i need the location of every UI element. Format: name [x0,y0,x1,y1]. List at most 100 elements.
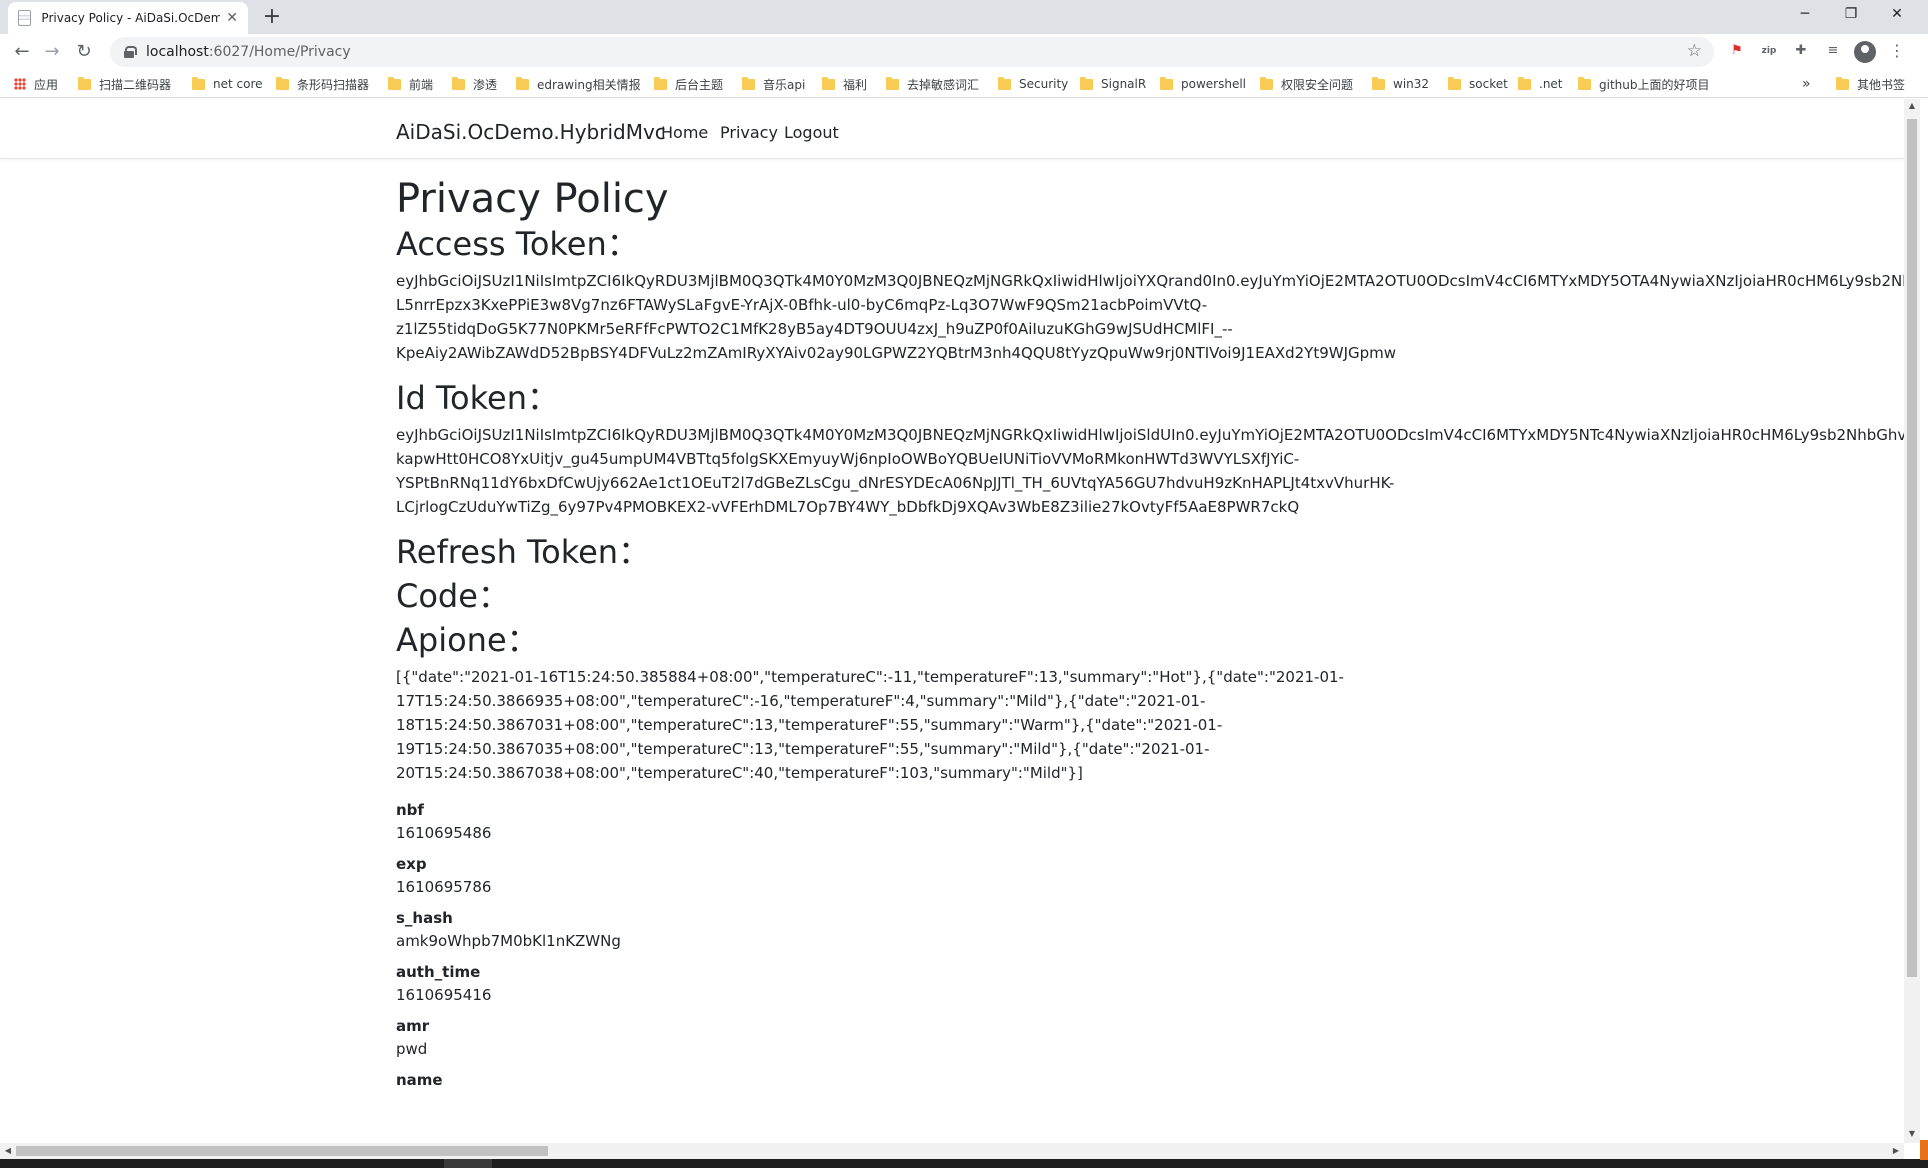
claim-key-exp: exp [396,855,427,873]
minimize-window-button[interactable]: ─ [1782,0,1828,30]
folder-icon [1372,76,1385,90]
bookmark-folder[interactable]: socket [1448,74,1508,94]
kebab-menu-icon[interactable]: ⋮ [1886,40,1908,62]
address-bar[interactable]: localhost:6027/Home/Privacy ☆ [110,37,1714,67]
media-control-icon[interactable]: ≡ [1822,40,1844,62]
profile-avatar-icon[interactable] [1854,41,1876,63]
access-token-value: eyJhbGciOiJSUzI1NiIsImtpZCI6IkQyRDU3MjlB… [396,269,1904,365]
bookmark-folder[interactable]: 前端 [388,74,433,94]
other-bookmarks[interactable]: 其他书签 [1836,74,1905,94]
token-line: YSPtBnRNq11dY6bxDfCwUjy662Ae1ct1OEuT2l7d… [396,474,1395,492]
bookmark-label: 去掉敏感词汇 [907,77,980,92]
folder-icon [886,76,899,90]
bookmark-folder[interactable]: github上面的好项目 [1578,74,1710,94]
scroll-right-arrow-icon[interactable]: ▶ [1888,1143,1904,1159]
close-tab-icon[interactable]: ✕ [226,10,238,26]
os-taskbar [0,1159,1928,1168]
claim-key-nbf: nbf [396,801,424,819]
token-line: eyJhbGciOiJSUzI1NiIsImtpZCI6IkQyRDU3MjlB… [396,426,1904,444]
bookmark-label: 前端 [409,77,434,92]
bookmark-folder[interactable]: 福利 [822,74,867,94]
bookmark-folder[interactable]: edrawing相关情报 [516,74,641,94]
claim-value-s-hash: amk9oWhpb7M0bKl1nKZWNg [396,932,621,950]
bookmark-label: 其他书签 [1857,77,1906,92]
tab-strip: Privacy Policy - AiDaSi.OcDemo.H ✕ + ─ ❐… [0,0,1928,34]
bookmark-folder[interactable]: 条形码扫描器 [276,74,369,94]
bookmark-folder[interactable]: 后台主题 [654,74,723,94]
bookmark-folder[interactable]: 扫描二维码器 [78,74,171,94]
browser-tab-active[interactable]: Privacy Policy - AiDaSi.OcDemo.H ✕ [8,2,248,34]
token-line: LCjrlogCzUduYwTiZg_6y97Pv4PMOBKEX2-vVFEr… [396,498,1300,516]
claim-key-name: name [396,1071,443,1089]
lock-icon[interactable] [124,46,137,58]
close-window-button[interactable]: ✕ [1874,0,1920,30]
claim-key-amr: amr [396,1017,430,1035]
json-line: 20T15:24:50.3867038+08:00","temperatureC… [396,764,1083,782]
bookmark-apps[interactable]: 应用 [14,74,58,94]
bookmark-folder[interactable]: net core [192,74,263,94]
reload-icon[interactable]: ↻ [70,38,98,66]
bookmark-label: 扫描二维码器 [99,77,172,92]
bookmark-label: 音乐api [763,77,806,92]
url-path: :6027/Home/Privacy [208,44,351,60]
claim-value-auth-time: 1610695416 [396,986,492,1004]
nav-privacy-link[interactable]: Privacy [720,123,778,142]
bookmarks-overflow-button[interactable]: » [1802,74,1811,94]
bookmark-folder[interactable]: .net [1518,74,1563,94]
new-tab-button[interactable]: + [258,4,286,32]
bookmark-folder[interactable]: 渗透 [452,74,497,94]
horizontal-scrollbar[interactable]: ◀ ▶ [0,1143,1904,1159]
bookmark-label: edrawing相关情报 [537,77,641,92]
tab-title: Privacy Policy - AiDaSi.OcDemo.H [41,11,221,25]
bookmark-label: SignalR [1101,77,1147,91]
forward-arrow-icon[interactable]: → [38,38,66,66]
taskbar-active-item[interactable] [444,1159,492,1168]
json-line: 17T15:24:50.3866935+08:00","temperatureC… [396,692,1206,710]
site-brand-link[interactable]: AiDaSi.OcDemo.HybridMvc [396,120,666,144]
nav-logout-link[interactable]: Logout [784,123,839,142]
bookmark-label: github上面的好项目 [1599,77,1710,92]
claim-key-auth-time: auth_time [396,963,481,981]
claim-key-s-hash: s_hash [396,909,453,927]
horizontal-scroll-thumb[interactable] [16,1146,548,1156]
url-text: localhost:6027/Home/Privacy [146,44,351,60]
notification-corner [1920,1140,1928,1160]
scroll-up-arrow-icon[interactable]: ▲ [1904,101,1920,110]
bookmark-label: win32 [1393,77,1430,91]
claims-list: nbf 1610695486 exp 1610695786 s_hash amk… [396,799,1904,1091]
url-host: localhost [146,44,209,60]
bookmark-folder[interactable]: 去掉敏感词汇 [886,74,979,94]
puzzle-icon[interactable]: ✚ [1790,40,1812,62]
gitzip-extension-icon[interactable]: zip [1758,40,1780,62]
bookmark-folder[interactable]: powershell [1160,74,1246,94]
folder-icon [1260,76,1273,90]
bookmark-label: net core [213,77,263,91]
bookmark-folder[interactable]: 权限安全问题 [1260,74,1353,94]
extension-red-icon[interactable]: ⚑ [1726,40,1748,62]
nav-home-link[interactable]: Home [661,123,708,142]
json-line: [{"date":"2021-01-16T15:24:50.385884+08:… [396,668,1344,686]
folder-icon [1448,76,1461,90]
folder-icon [742,76,755,90]
restore-window-button[interactable]: ❐ [1828,0,1874,30]
bookmark-label: 权限安全问题 [1281,77,1354,92]
page-favicon-icon [18,10,32,26]
bookmark-label: powershell [1181,77,1246,91]
vertical-scroll-thumb[interactable] [1907,119,1917,977]
folder-icon [654,76,667,90]
scroll-down-arrow-icon[interactable]: ▼ [1904,1129,1920,1138]
token-line: kapwHtt0HCO8YxUitjv_gu45umpUM4VBTtq5folg… [396,450,1300,468]
bookmark-folder[interactable]: 音乐api [742,74,805,94]
bookmark-folder[interactable]: SignalR [1080,74,1146,94]
back-arrow-icon[interactable]: ← [8,38,36,66]
id-token-heading: Id Token： [396,379,559,417]
star-icon[interactable]: ☆ [1687,41,1702,61]
bookmark-folder[interactable]: win32 [1372,74,1429,94]
bookmark-label: socket [1469,77,1508,91]
refresh-token-heading: Refresh Token： [396,533,651,571]
scroll-left-arrow-icon[interactable]: ◀ [0,1143,16,1159]
token-line: z1lZ55tidqDoG5K77N0PKMr5eRFfFcPWTO2C1MfK… [396,320,1233,338]
bookmark-folder[interactable]: Security [998,74,1068,94]
vertical-scrollbar[interactable]: ▲ ▼ [1904,99,1920,1143]
code-heading: Code： [396,577,510,615]
